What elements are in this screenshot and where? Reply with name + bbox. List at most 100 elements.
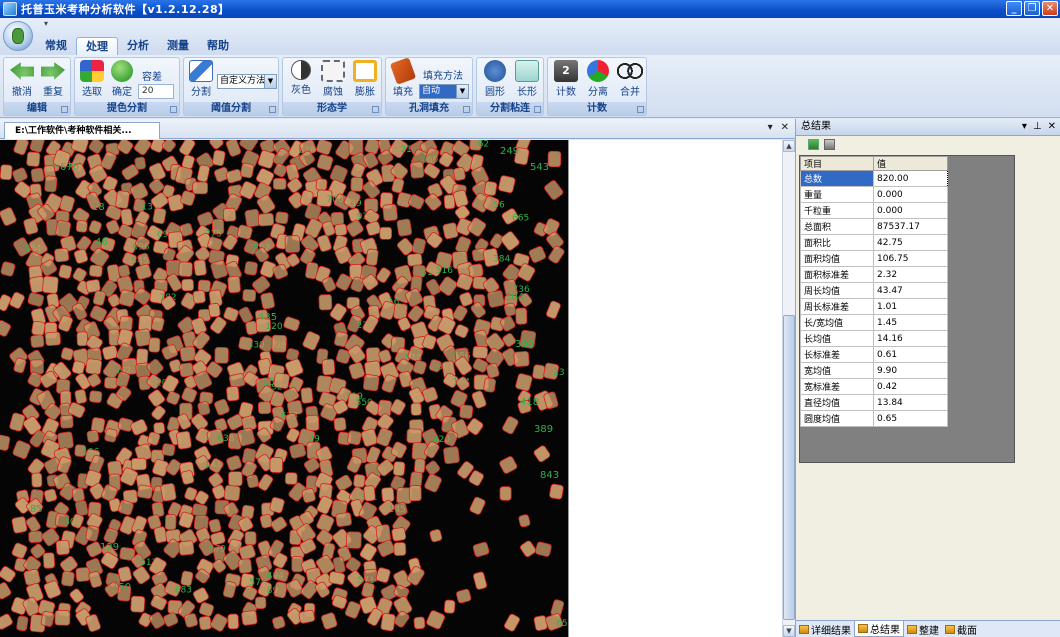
undo-button[interactable]: 撤消	[7, 60, 37, 98]
row-value[interactable]: 43.47	[873, 282, 948, 299]
panel-tab-3[interactable]: 截面	[942, 621, 980, 637]
row-value[interactable]: 9.90	[873, 362, 948, 379]
table-row[interactable]: 总数 820.00	[800, 170, 948, 187]
scroll-down-icon[interactable]: ▼	[783, 625, 795, 637]
table-row[interactable]: 圆度均值 0.65	[800, 410, 948, 427]
dialog-launcher-icon[interactable]	[372, 106, 379, 113]
column-header-value[interactable]: 值	[873, 156, 948, 171]
pin-icon[interactable]: ⊥	[1033, 119, 1042, 135]
tab-2[interactable]: 分析	[118, 37, 158, 55]
row-value[interactable]: 13.84	[873, 394, 948, 411]
panel-tab-2[interactable]: 整建	[904, 621, 942, 637]
row-value[interactable]: 0.61	[873, 346, 948, 363]
kernel-mark	[184, 613, 198, 628]
separate-button[interactable]: 分离	[583, 60, 613, 98]
vertical-scrollbar[interactable]: ▲ ▼	[782, 140, 795, 637]
chevron-down-icon: ▼	[456, 85, 468, 98]
row-value[interactable]: 1.45	[873, 314, 948, 331]
ribbon-tab-bar: ▾ 常规 处理 分析 测量 帮助	[0, 18, 1060, 55]
pick-button[interactable]: 选取	[78, 60, 106, 98]
export-excel-icon[interactable]	[808, 139, 819, 150]
row-value[interactable]: 0.65	[873, 410, 948, 427]
merge-button[interactable]: 合并	[615, 60, 645, 98]
dialog-launcher-icon[interactable]	[170, 106, 177, 113]
row-value[interactable]: 87537.17	[873, 218, 948, 235]
minimize-button[interactable]: _	[1006, 1, 1022, 16]
dialog-launcher-icon[interactable]	[61, 106, 68, 113]
table-row[interactable]: 总面积 87537.17	[800, 218, 948, 235]
tab-4[interactable]: 帮助	[198, 37, 238, 55]
maximize-button[interactable]: ❐	[1024, 1, 1040, 16]
scroll-thumb[interactable]	[783, 315, 795, 620]
threshold-method-select[interactable]: 自定义方法 ▼	[217, 74, 277, 89]
fill-button[interactable]: 填充	[389, 57, 417, 98]
kernel-mark	[318, 294, 333, 311]
row-value[interactable]: 1.01	[873, 298, 948, 315]
row-value[interactable]: 106.75	[873, 250, 948, 267]
row-value[interactable]: 0.000	[873, 186, 948, 203]
count-button[interactable]: 2 计数	[551, 60, 581, 98]
image-viewer[interactable]: 6282162800169131700339569366569027558469…	[0, 140, 568, 637]
kernel-id-label: 57	[249, 578, 260, 588]
dialog-launcher-icon[interactable]	[463, 106, 470, 113]
kernel-mark	[392, 461, 406, 477]
confirm-button[interactable]: 确定	[108, 60, 136, 98]
fill-method-select[interactable]: 自动 ▼	[419, 84, 469, 99]
kernel-mark	[283, 316, 301, 332]
dialog-launcher-icon[interactable]	[637, 106, 644, 113]
kernel-mark	[407, 253, 423, 267]
table-row[interactable]: 重量 0.000	[800, 186, 948, 203]
tolerance-input[interactable]: 20	[138, 84, 174, 99]
split-button[interactable]: 分割	[187, 60, 215, 98]
app-menu-button[interactable]	[3, 21, 33, 51]
table-row[interactable]: 长/宽均值 1.45	[800, 314, 948, 331]
table-row[interactable]: 宽标准差 0.42	[800, 378, 948, 395]
row-value[interactable]: 14.16	[873, 330, 948, 347]
close-document-icon[interactable]: ✕	[781, 122, 789, 133]
gray-button[interactable]: 灰色	[286, 60, 316, 96]
dialog-launcher-icon[interactable]	[269, 106, 276, 113]
document-tab[interactable]: E:\工作软件\考种软件相关...	[4, 122, 160, 139]
panel-dropdown-icon[interactable]: ▾	[1022, 119, 1027, 135]
table-row[interactable]: 周长标准差 1.01	[800, 298, 948, 315]
panel-tab-1[interactable]: 总结果	[854, 621, 904, 637]
table-row[interactable]: 千粒重 0.000	[800, 202, 948, 219]
table-row[interactable]: 面积比 42.75	[800, 234, 948, 251]
table-row[interactable]: 直径均值 13.84	[800, 394, 948, 411]
table-row[interactable]: 周长均值 43.47	[800, 282, 948, 299]
quick-access-dropdown-icon[interactable]: ▾	[44, 19, 48, 28]
table-row[interactable]: 面积标准差 2.32	[800, 266, 948, 283]
dialog-launcher-icon[interactable]	[534, 106, 541, 113]
kernel-mark	[272, 615, 286, 630]
tab-list-dropdown-icon[interactable]: ▾	[768, 122, 773, 133]
print-icon[interactable]	[824, 139, 835, 150]
rect-split-button[interactable]: 长形	[512, 60, 542, 98]
kernel-mark	[499, 486, 512, 501]
dilate-button[interactable]: 膨胀	[350, 60, 380, 98]
close-button[interactable]: ✕	[1042, 1, 1058, 16]
table-row[interactable]: 宽均值 9.90	[800, 362, 948, 379]
tab-0[interactable]: 常规	[36, 37, 76, 55]
panel-tab-0[interactable]: 详细结果	[796, 621, 854, 637]
row-value[interactable]: 2.32	[873, 266, 948, 283]
column-header-item[interactable]: 项目	[800, 156, 874, 171]
row-value[interactable]: 0.42	[873, 378, 948, 395]
circle-split-button[interactable]: 圆形	[480, 60, 510, 98]
table-row[interactable]: 长标准差 0.61	[800, 346, 948, 363]
panel-tab-label: 整建	[919, 625, 939, 637]
tab-3[interactable]: 测量	[158, 37, 198, 55]
kernel-mark	[11, 516, 28, 534]
erode-button[interactable]: 腐蚀	[318, 60, 348, 98]
table-row[interactable]: 面积均值 106.75	[800, 250, 948, 267]
scroll-up-icon[interactable]: ▲	[783, 140, 795, 152]
counter-icon: 2	[554, 60, 578, 82]
row-value[interactable]: 42.75	[873, 234, 948, 251]
kernel-mark	[61, 570, 75, 587]
row-value[interactable]: 0.000	[873, 202, 948, 219]
panel-close-icon[interactable]: ✕	[1048, 119, 1056, 135]
redo-button[interactable]: 重复	[38, 60, 68, 98]
table-row[interactable]: 长均值 14.16	[800, 330, 948, 347]
row-value[interactable]: 820.00	[873, 170, 948, 187]
tab-1[interactable]: 处理	[76, 37, 118, 55]
results-panel: 总结果 ▾ ⊥ ✕ 项目 值 总数 820.00 重量 0.000 千粒重 0.000 总面…	[795, 119, 1060, 637]
